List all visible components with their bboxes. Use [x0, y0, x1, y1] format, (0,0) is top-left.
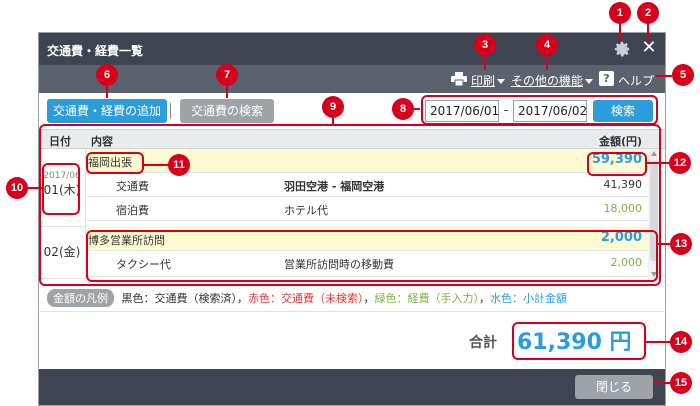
callout-marker: 1: [609, 2, 631, 24]
legend-separator: ，: [363, 292, 375, 305]
callout-line: [654, 382, 670, 384]
callout-marker: 4: [536, 34, 558, 56]
printer-icon[interactable]: [451, 72, 467, 86]
callout-marker: 2: [637, 2, 659, 24]
callout-line: [28, 187, 42, 189]
legend-separator: ，: [479, 292, 490, 305]
print-menu[interactable]: 印刷: [471, 72, 506, 89]
legend-green: 緑色：経費（手入力）: [374, 292, 480, 305]
legend-separator: ，: [237, 292, 248, 305]
close-button[interactable]: 閉じる: [575, 375, 653, 399]
callout-marker: 5: [672, 64, 694, 86]
chevron-down-icon: [497, 79, 506, 84]
other-functions-label: その他の機能: [511, 74, 584, 88]
callout-line: [658, 243, 670, 245]
total-label: 合計: [469, 335, 497, 351]
legend-badge: 金額の凡例: [47, 289, 114, 307]
amount-legend: 金額の凡例 黒色：交通費（検索済），赤色：交通費（未検索），緑色：経費（手入力）…: [47, 289, 567, 307]
callout-line: [226, 84, 228, 98]
legend-black: 黒色：交通費（検索済）: [121, 292, 238, 305]
callout-marker: 10: [6, 177, 28, 199]
date-from-input[interactable]: 2017/06/01: [425, 100, 499, 122]
legend-blue: 水色：小計金額: [490, 292, 567, 305]
total-highlight: [512, 322, 646, 360]
callout-line: [106, 84, 108, 98]
callout-marker: 8: [392, 98, 414, 120]
other-functions-menu[interactable]: その他の機能: [511, 72, 594, 89]
gear-icon[interactable]: [613, 40, 631, 58]
date-to-input[interactable]: 2017/06/02: [513, 100, 587, 122]
callout-marker: 15: [670, 372, 692, 394]
add-expense-button[interactable]: 交通費・経費の追加: [47, 99, 167, 123]
callout-line: [144, 164, 168, 166]
chevron-down-icon: [585, 79, 594, 84]
menu-bar: 印刷 その他の機能 ? ヘルプ: [39, 65, 665, 93]
callout-line: [656, 75, 672, 77]
callout-marker: 11: [168, 154, 190, 176]
print-label: 印刷: [471, 74, 496, 88]
legend-red: 赤色：交通費（未検索）: [248, 292, 364, 305]
group-title-highlight: [86, 152, 144, 174]
callout-marker: 6: [96, 64, 118, 86]
close-icon[interactable]: ✕: [639, 38, 659, 58]
group-row-highlight: [86, 230, 658, 282]
search-button[interactable]: 検索: [593, 100, 653, 122]
help-menu[interactable]: ヘルプ: [618, 72, 654, 89]
subtotal-highlight: [587, 152, 647, 176]
callout-line: [647, 162, 669, 164]
date-highlight: [42, 163, 80, 215]
toolbar-divider: [170, 103, 171, 119]
search-transport-button[interactable]: 交通費の検索: [180, 99, 274, 123]
date-range-group: 2017/06/01 - 2017/06/02 検索: [421, 95, 658, 125]
window-title: 交通費・経費一覧: [47, 44, 144, 58]
callout-line: [646, 341, 670, 343]
callout-marker: 7: [216, 64, 238, 86]
callout-marker: 12: [669, 152, 691, 174]
callout-marker: 13: [670, 233, 692, 255]
callout-marker: 9: [322, 96, 344, 118]
help-icon[interactable]: ?: [599, 71, 614, 86]
footer-bar: 閉じる: [39, 369, 665, 405]
callout-marker: 3: [474, 34, 496, 56]
callout-marker: 14: [670, 331, 692, 353]
title-bar: 交通費・経費一覧 ✕: [39, 33, 665, 65]
date-separator: -: [504, 103, 509, 117]
